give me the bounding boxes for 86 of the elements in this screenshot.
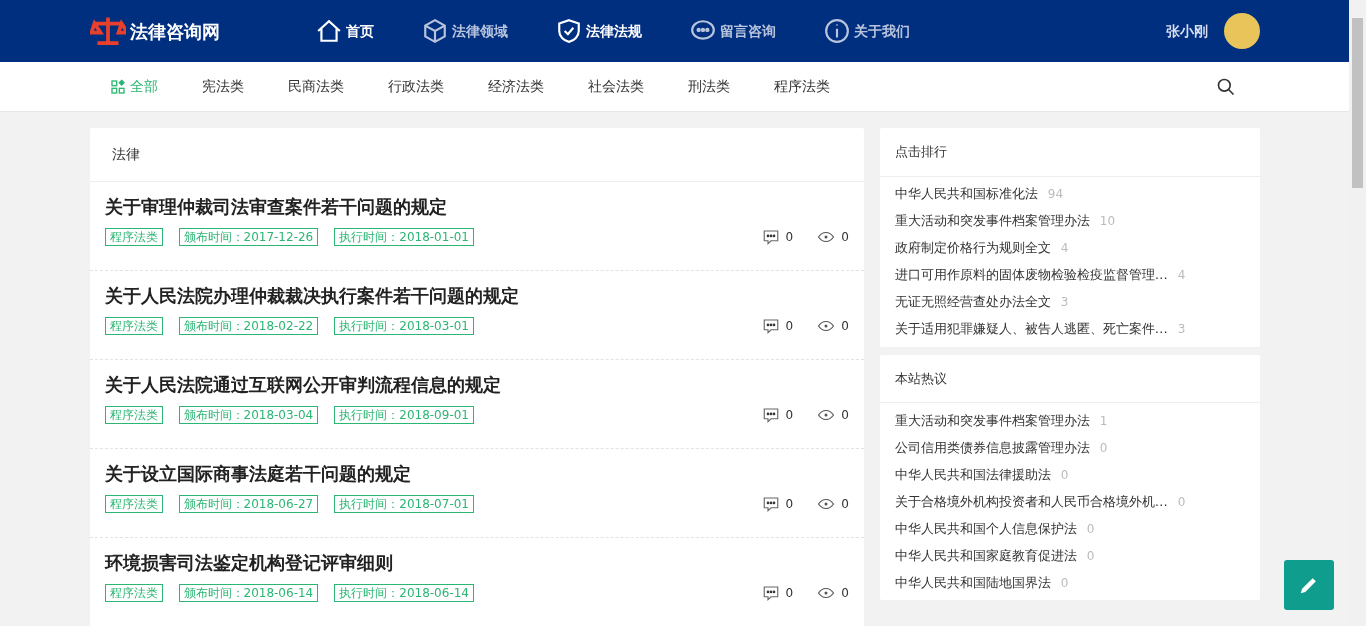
home-icon [315, 18, 342, 44]
count-label: 4 [1177, 267, 1186, 284]
panel-title: 点击排行 [879, 128, 1260, 177]
count-label: 0 [1177, 493, 1186, 511]
panel-title: 法律 [89, 128, 864, 182]
article-tag: 程序法类 [104, 316, 163, 335]
comment-icon [761, 405, 780, 424]
view-count: 0 [841, 317, 849, 335]
category-tab[interactable]: 宪法类 [201, 76, 244, 97]
count-label: 0 [1086, 520, 1095, 538]
article-title[interactable]: 环境损害司法鉴定机构登记评审细则 [104, 552, 849, 574]
count-label: 3 [1177, 321, 1186, 338]
count-label: 0 [1099, 439, 1108, 457]
article-tag: 颁布时间：2018-06-27 [178, 494, 319, 513]
category-tab[interactable]: 行政法类 [387, 76, 444, 97]
category-tab[interactable]: 程序法类 [773, 76, 830, 97]
article-tag: 执行时间：2018-06-14 [334, 583, 474, 602]
view-count: 0 [841, 584, 849, 602]
sidebar-link[interactable]: 关于合格境外机构投资者和人民币合格境外机… [894, 491, 1168, 512]
sidebar-link[interactable]: 关于适用犯罪嫌疑人、被告人逃匿、死亡案件… [894, 319, 1168, 339]
nav-link[interactable]: 关于我们 [823, 18, 910, 44]
article-tag: 执行时间：2018-07-01 [334, 494, 474, 513]
article-tag: 程序法类 [104, 583, 163, 602]
view-count: 0 [841, 406, 849, 424]
nav-link[interactable]: 首页 [315, 18, 374, 44]
sidebar-link[interactable]: 重大活动和突发事件档案管理办法 [894, 410, 1090, 431]
panel-title: 本站热议 [879, 354, 1260, 403]
category-tab[interactable]: 刑法类 [687, 76, 730, 97]
comment-icon [761, 316, 780, 335]
nav-link[interactable]: 留言咨询 [689, 18, 776, 44]
comment-icon [761, 583, 780, 602]
cube-icon [421, 18, 448, 44]
view-count: 0 [841, 495, 849, 513]
sidebar-link[interactable]: 无证无照经营查处办法全文 [894, 292, 1051, 312]
user-name[interactable]: 张小刚 [1165, 20, 1208, 42]
sidebar-link[interactable]: 政府制定价格行为规则全文 [894, 238, 1051, 258]
article-tag: 颁布时间：2017-12-26 [178, 227, 319, 246]
category-tab[interactable]: 社会法类 [587, 76, 644, 97]
article-title[interactable]: 关于设立国际商事法庭若干问题的规定 [104, 463, 849, 485]
grid-icon [109, 78, 126, 95]
article-tag: 颁布时间：2018-02-22 [178, 316, 319, 335]
count-label: 4 [1060, 240, 1069, 257]
count-label: 94 [1047, 186, 1064, 203]
article-tag: 执行时间：2018-03-01 [334, 316, 474, 335]
count-label: 1 [1099, 412, 1108, 430]
article-tag: 执行时间：2018-09-01 [334, 405, 474, 424]
article-tag: 程序法类 [104, 494, 163, 513]
sidebar-link[interactable]: 中华人民共和国陆地国界法 [894, 572, 1051, 593]
count-label: 10 [1099, 213, 1116, 230]
count-label: 3 [1060, 294, 1069, 311]
info-icon [823, 18, 850, 44]
article-title[interactable]: 关于人民法院通过互联网公开审判流程信息的规定 [104, 374, 849, 396]
edit-button[interactable] [1284, 560, 1334, 610]
comment-count: 0 [785, 228, 794, 246]
count-label: 0 [1060, 574, 1069, 592]
site-logo-text: 法律咨询网 [129, 19, 220, 44]
comment-count: 0 [785, 317, 794, 335]
comment-icon [761, 494, 780, 513]
sidebar-link[interactable]: 公司信用类债券信息披露管理办法 [894, 437, 1090, 458]
article-tag: 程序法类 [104, 405, 163, 424]
sidebar-link[interactable]: 重大活动和突发事件档案管理办法 [894, 211, 1090, 231]
article-title[interactable]: 关于审理仲裁司法审查案件若干问题的规定 [104, 196, 849, 218]
comment-count: 0 [785, 495, 794, 513]
article-tag: 执行时间：2018-01-01 [334, 227, 474, 246]
shield-check-icon [555, 18, 582, 44]
view-count: 0 [841, 228, 849, 246]
sidebar-link[interactable]: 中华人民共和国个人信息保护法 [894, 518, 1077, 539]
search-icon[interactable] [1215, 76, 1236, 97]
count-label: 0 [1060, 466, 1069, 484]
article-tag: 颁布时间：2018-03-04 [178, 405, 319, 424]
sidebar-link[interactable]: 中华人民共和国标准化法 [894, 184, 1038, 204]
article-title[interactable]: 关于人民法院办理仲裁裁决执行案件若干问题的规定 [104, 285, 849, 307]
sidebar-link[interactable]: 中华人民共和国法律援助法 [894, 464, 1051, 485]
count-label: 0 [1086, 547, 1095, 565]
article-tag: 程序法类 [104, 227, 163, 246]
sidebar-link[interactable]: 中华人民共和国家庭教育促进法 [894, 545, 1077, 566]
comment-icon [761, 227, 780, 246]
nav-link[interactable]: 法律领域 [421, 18, 508, 44]
avatar[interactable] [1223, 13, 1260, 49]
category-tab[interactable]: 经济法类 [487, 76, 544, 97]
comment-count: 0 [785, 406, 794, 424]
nav-link[interactable]: 法律法规 [555, 18, 642, 44]
sidebar-link[interactable]: 进口可用作原料的固体废物检验检疫监督管理… [894, 265, 1168, 285]
category-tab[interactable]: 民商法类 [287, 76, 344, 97]
article-tag: 颁布时间：2018-06-14 [178, 583, 319, 602]
comment-count: 0 [785, 584, 794, 602]
